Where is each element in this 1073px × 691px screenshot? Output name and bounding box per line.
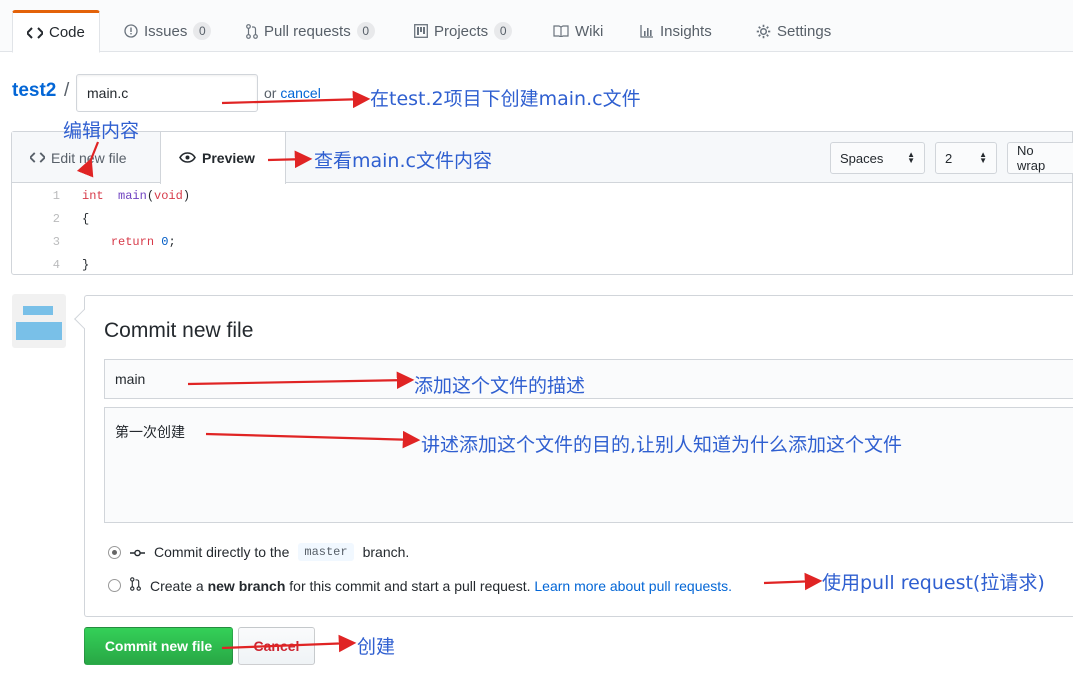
code-line[interactable]: 1 int main(void) (12, 184, 1072, 207)
preview-tab-label: Preview (202, 150, 255, 166)
annotation-description: 讲述添加这个文件的目的,让别人知道为什么添加这个文件 (421, 434, 903, 456)
line-content: return 0; (110, 234, 176, 249)
tab-projects-label: Projects (434, 22, 489, 40)
tab-code[interactable]: Code (12, 10, 100, 53)
line-number: 1 (52, 188, 60, 203)
code-area[interactable]: 1 int main(void) 2{3 return 0; 4} (12, 184, 1072, 276)
line-content: { (82, 211, 90, 226)
issue-icon (124, 24, 138, 38)
or-text: or (264, 85, 277, 101)
indent-size-value: 2 (945, 150, 953, 166)
line-number: 3 (52, 234, 60, 249)
book-icon (553, 25, 569, 37)
pull-request-icon (246, 23, 258, 39)
git-commit-icon (130, 544, 145, 560)
tab-code-label: Code (49, 24, 85, 41)
cancel-button[interactable]: Cancel (238, 627, 315, 665)
tab-wiki-label: Wiki (575, 22, 604, 40)
select-arrows-icon: ▲ ▼ (979, 150, 987, 165)
indent-mode-value: Spaces (840, 150, 884, 166)
tab-wiki[interactable]: Wiki (539, 10, 617, 52)
graph-icon (640, 24, 654, 38)
radio-selected[interactable] (108, 545, 121, 559)
radio-unselected[interactable] (108, 579, 121, 592)
line-number: 2 (52, 211, 60, 226)
pull-requests-counter: 0 (356, 22, 375, 40)
tab-issues[interactable]: Issues 0 (110, 10, 225, 52)
new-branch-bold: new branch (207, 577, 286, 594)
tab-issues-label: Issues (144, 22, 188, 40)
learn-more-link[interactable]: Learn more about pull requests. (534, 578, 732, 594)
filename-input[interactable] (76, 74, 258, 112)
annotation-create: 创建 (357, 636, 396, 658)
line-number: 4 (52, 257, 60, 272)
edit-tab-label: Edit new file (51, 149, 127, 166)
line-content: } (82, 257, 90, 272)
issues-counter: 0 (193, 22, 212, 40)
editor-toolbar: Edit new file Preview Spaces ▲ ▼ 2 ▲ ▼ No … (12, 132, 1073, 184)
commit-description-input[interactable]: 第一次创建 (104, 407, 1073, 523)
avatar (12, 294, 66, 348)
file-editor: Edit new file Preview Spaces ▲ ▼ 2 ▲ ▼ No … (11, 131, 1073, 275)
code-line[interactable]: 2{ (12, 207, 1072, 230)
line-content: int main(void) (82, 188, 191, 203)
tab-insights[interactable]: Insights (626, 10, 726, 52)
pull-request-icon (130, 577, 141, 594)
tab-pull-requests-label: Pull requests (264, 22, 351, 40)
wrap-mode-value: No wrap (1017, 143, 1046, 173)
commit-form-title: Commit new file (104, 319, 254, 342)
eye-icon (179, 150, 196, 166)
annotation-edit: 编辑内容 (63, 120, 140, 142)
cancel-link[interactable]: cancel (280, 85, 320, 101)
tab-settings[interactable]: Settings (742, 10, 845, 52)
indent-mode-select[interactable]: Spaces ▲ ▼ (830, 142, 925, 174)
commit-direct-text: Commit directly to the (154, 544, 290, 560)
commit-summary-input[interactable]: main (104, 359, 1073, 399)
breadcrumb-separator: / (64, 80, 70, 101)
indent-size-select[interactable]: 2 ▲ ▼ (935, 142, 997, 174)
code-icon (28, 150, 47, 166)
commit-direct-option[interactable]: Commit directly to the master branch. (108, 543, 409, 561)
gear-icon (756, 24, 771, 39)
commit-direct-suffix: branch. (362, 544, 410, 560)
annotation-summary: 添加这个文件的描述 (414, 375, 586, 397)
code-line[interactable]: 3 return 0; (12, 230, 1072, 253)
tab-pull-requests[interactable]: Pull requests 0 (232, 10, 389, 52)
repo-nav: Code Issues 0 Pull requests 0 Projects 0… (0, 0, 1073, 53)
or-cancel: or cancel (264, 85, 321, 101)
projects-counter: 0 (494, 22, 513, 40)
new-branch-option[interactable]: Create a new branch for this commit and … (108, 577, 732, 594)
code-icon (27, 26, 43, 39)
commit-new-file-button[interactable]: Commit new file (84, 627, 233, 665)
new-branch-prefix: Create a (150, 577, 204, 594)
tab-insights-label: Insights (660, 22, 712, 40)
code-line[interactable]: 4} (12, 253, 1072, 276)
select-arrows-icon: ▲ ▼ (907, 150, 915, 165)
tab-preview[interactable]: Preview (160, 132, 286, 184)
annotation-filename: 在test.2项目下创建main.c文件 (370, 88, 641, 110)
new-branch-text: Create a new branch for this commit and … (150, 578, 732, 594)
tab-settings-label: Settings (777, 22, 832, 40)
tab-projects[interactable]: Projects 0 (400, 10, 526, 52)
branch-name: master (298, 543, 354, 561)
wrap-mode-select[interactable]: No wrap (1007, 142, 1073, 174)
annotation-preview: 查看main.c文件内容 (314, 150, 492, 172)
repo-link[interactable]: test2 (12, 80, 56, 102)
new-branch-suffix: for this commit and start a pull request… (289, 577, 531, 594)
project-icon (414, 24, 428, 38)
annotation-pull-request: 使用pull request(拉请求) (822, 572, 1045, 594)
